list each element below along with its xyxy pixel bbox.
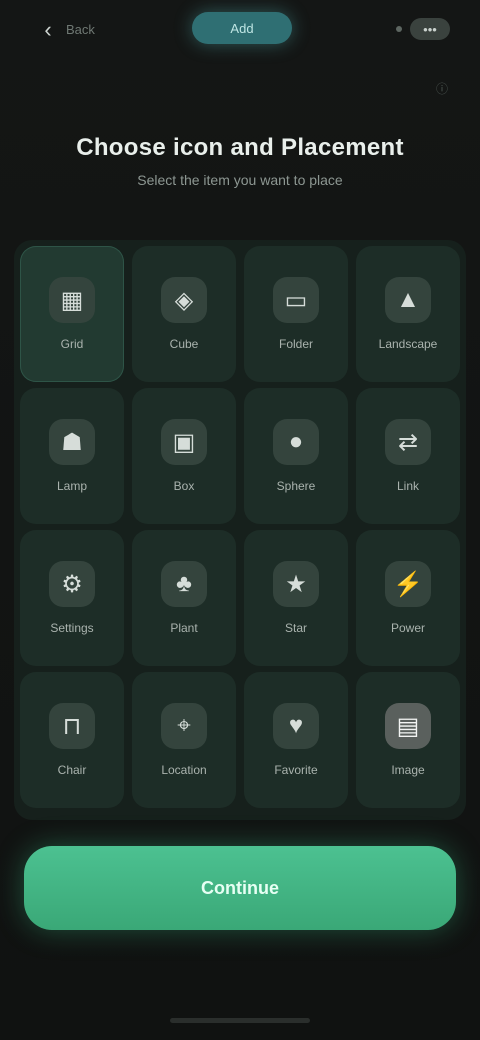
tile-label: Sphere bbox=[276, 479, 316, 493]
icon-grid: ▦ Grid ◈ Cube ▭ Folder ▲ Landscape ☗ Lamp ▣ Box ● Sph… bbox=[20, 246, 460, 808]
icon-tile-star[interactable]: ★ Star bbox=[244, 530, 348, 666]
screen: ‹ Back Add ••• ⓘ Choose icon and Placeme… bbox=[0, 0, 480, 1040]
back-button[interactable]: ‹ bbox=[30, 14, 66, 46]
tile-label: Favorite bbox=[274, 763, 318, 777]
icon-tile-settings[interactable]: ⚙ Settings bbox=[20, 530, 124, 666]
icon-tile-grid[interactable]: ▦ Grid bbox=[20, 246, 124, 382]
tile-label: Image bbox=[391, 763, 425, 777]
lamp-icon: ☗ bbox=[49, 419, 95, 465]
icon-tile-power[interactable]: ⚡ Power bbox=[356, 530, 460, 666]
icon-tile-cube[interactable]: ◈ Cube bbox=[132, 246, 236, 382]
more-icon: ••• bbox=[423, 21, 437, 37]
icon-tile-location[interactable]: ⌖ Location bbox=[132, 672, 236, 808]
icon-tile-chair[interactable]: ⊓ Chair bbox=[20, 672, 124, 808]
icon-grid-panel: ▦ Grid ◈ Cube ▭ Folder ▲ Landscape ☗ Lamp ▣ Box ● Sph… bbox=[14, 240, 466, 820]
tile-label: Link bbox=[396, 479, 419, 493]
tile-label: Location bbox=[161, 763, 207, 777]
top-bar: ‹ Back Add ••• bbox=[0, 0, 480, 60]
icon-tile-landscape[interactable]: ▲ Landscape bbox=[356, 246, 460, 382]
info-icon[interactable]: ⓘ bbox=[436, 80, 454, 96]
bolt-icon: ⚡ bbox=[385, 561, 431, 607]
mode-pill[interactable]: Add bbox=[192, 12, 292, 44]
heart-icon: ♥ bbox=[273, 703, 319, 749]
image-icon: ▤ bbox=[385, 703, 431, 749]
icon-tile-sphere[interactable]: ● Sphere bbox=[244, 388, 348, 524]
cube-icon: ◈ bbox=[161, 277, 207, 323]
tile-label: Chair bbox=[57, 763, 87, 777]
chair-icon: ⊓ bbox=[49, 703, 95, 749]
tile-label: Cube bbox=[169, 337, 199, 351]
tile-label: Lamp bbox=[56, 479, 88, 493]
icon-tile-folder[interactable]: ▭ Folder bbox=[244, 246, 348, 382]
page-subtitle: Select the item you want to place bbox=[137, 172, 343, 188]
continue-button[interactable]: Continue bbox=[24, 846, 456, 930]
more-button[interactable]: ••• bbox=[410, 18, 450, 40]
icon-tile-link[interactable]: ⇄ Link bbox=[356, 388, 460, 524]
location-icon: ⌖ bbox=[161, 703, 207, 749]
icon-tile-plant[interactable]: ♣ Plant bbox=[132, 530, 236, 666]
icon-tile-lamp[interactable]: ☗ Lamp bbox=[20, 388, 124, 524]
tile-label: Folder bbox=[278, 337, 313, 351]
home-indicator bbox=[170, 1018, 310, 1023]
tile-label: Plant bbox=[170, 621, 198, 635]
tile-label: Star bbox=[284, 621, 307, 635]
box-icon: ▣ bbox=[161, 419, 207, 465]
star-icon: ★ bbox=[273, 561, 319, 607]
plant-icon: ♣ bbox=[161, 561, 207, 607]
icon-tile-image[interactable]: ▤ Image bbox=[356, 672, 460, 808]
tile-label: Settings bbox=[50, 621, 94, 635]
icon-tile-favorite[interactable]: ♥ Favorite bbox=[244, 672, 348, 808]
grid-icon: ▦ bbox=[49, 277, 95, 323]
circle-icon: ● bbox=[273, 419, 319, 465]
chevron-left-icon: ‹ bbox=[44, 17, 52, 42]
top-right-controls: ••• bbox=[396, 18, 450, 40]
page-title: Choose icon and Placement bbox=[76, 134, 404, 161]
mode-label: Add bbox=[230, 20, 254, 36]
gear-icon: ⚙ bbox=[49, 561, 95, 607]
status-dot bbox=[396, 26, 402, 32]
tile-label: Landscape bbox=[378, 337, 438, 351]
header: Choose icon and Placement Select the ite… bbox=[0, 134, 480, 188]
tile-label: Grid bbox=[60, 337, 84, 351]
mountain-icon: ▲ bbox=[385, 277, 431, 323]
tile-label: Power bbox=[390, 621, 425, 635]
tile-label: Box bbox=[173, 479, 195, 493]
folder-icon: ▭ bbox=[273, 277, 319, 323]
back-label: Back bbox=[66, 22, 95, 37]
link-icon: ⇄ bbox=[385, 419, 431, 465]
icon-tile-box[interactable]: ▣ Box bbox=[132, 388, 236, 524]
